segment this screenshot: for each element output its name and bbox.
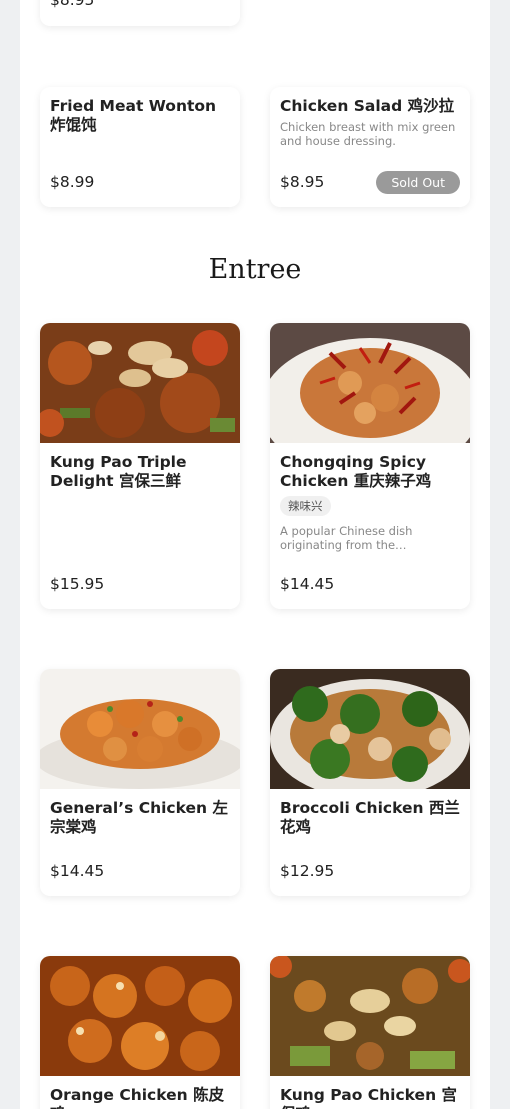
item-price: $14.45 [280,575,335,593]
item-description: A popular Chinese dish originating from … [280,524,413,552]
section-title: Entree [208,254,302,285]
food-image [270,669,470,789]
item-price: $12.95 [280,862,335,880]
menu-item-card[interactable]: Chicken Salad 鸡沙拉 Chicken breast with mi… [270,87,470,207]
item-name: Orange Chicken 陈皮鸡 [50,1086,225,1109]
menu-page: $8.95 Fried Meat Wonton 炸馄饨 $8.99 Chicke… [20,0,490,1109]
item-name: Chongqing Spicy Chicken 重庆辣子鸡 [280,453,432,490]
food-image [40,956,240,1076]
item-price: $8.99 [50,173,95,191]
item-description: Chicken breast with mix green and house … [280,120,456,148]
menu-item-card[interactable]: Orange Chicken 陈皮鸡 [40,956,240,1109]
menu-item-card[interactable]: Chongqing Spicy Chicken 重庆辣子鸡 辣味兴 A popu… [270,323,470,609]
menu-item-card[interactable]: Kung Pao Triple Delight 宫保三鲜 $15.95 [40,323,240,609]
item-price: $15.95 [50,575,105,593]
menu-item-card[interactable]: $8.95 [40,0,240,26]
item-name: General’s Chicken 左宗棠鸡 [50,799,228,836]
item-name: Broccoli Chicken 西兰花鸡 [280,799,460,836]
item-name: Fried Meat Wonton 炸馄饨 [50,97,217,134]
menu-item-card[interactable]: Broccoli Chicken 西兰花鸡 $12.95 [270,669,470,896]
food-image [270,956,470,1076]
item-name: Kung Pao Triple Delight 宫保三鲜 [50,453,187,490]
spicy-tag: 辣味兴 [280,496,331,516]
food-image [40,669,240,789]
menu-item-card[interactable]: Fried Meat Wonton 炸馄饨 $8.99 [40,87,240,207]
item-name: Chicken Salad 鸡沙拉 [280,97,455,115]
sold-out-badge: Sold Out [376,171,460,194]
item-name: Kung Pao Chicken 宫保鸡 [280,1086,457,1109]
menu-item-card[interactable]: Kung Pao Chicken 宫保鸡 [270,956,470,1109]
food-image [270,323,470,443]
item-price: $8.95 [280,173,325,191]
item-price: $14.45 [50,862,105,880]
menu-item-card[interactable]: General’s Chicken 左宗棠鸡 $14.45 [40,669,240,896]
food-image [40,323,240,443]
item-price: $8.95 [50,0,95,9]
